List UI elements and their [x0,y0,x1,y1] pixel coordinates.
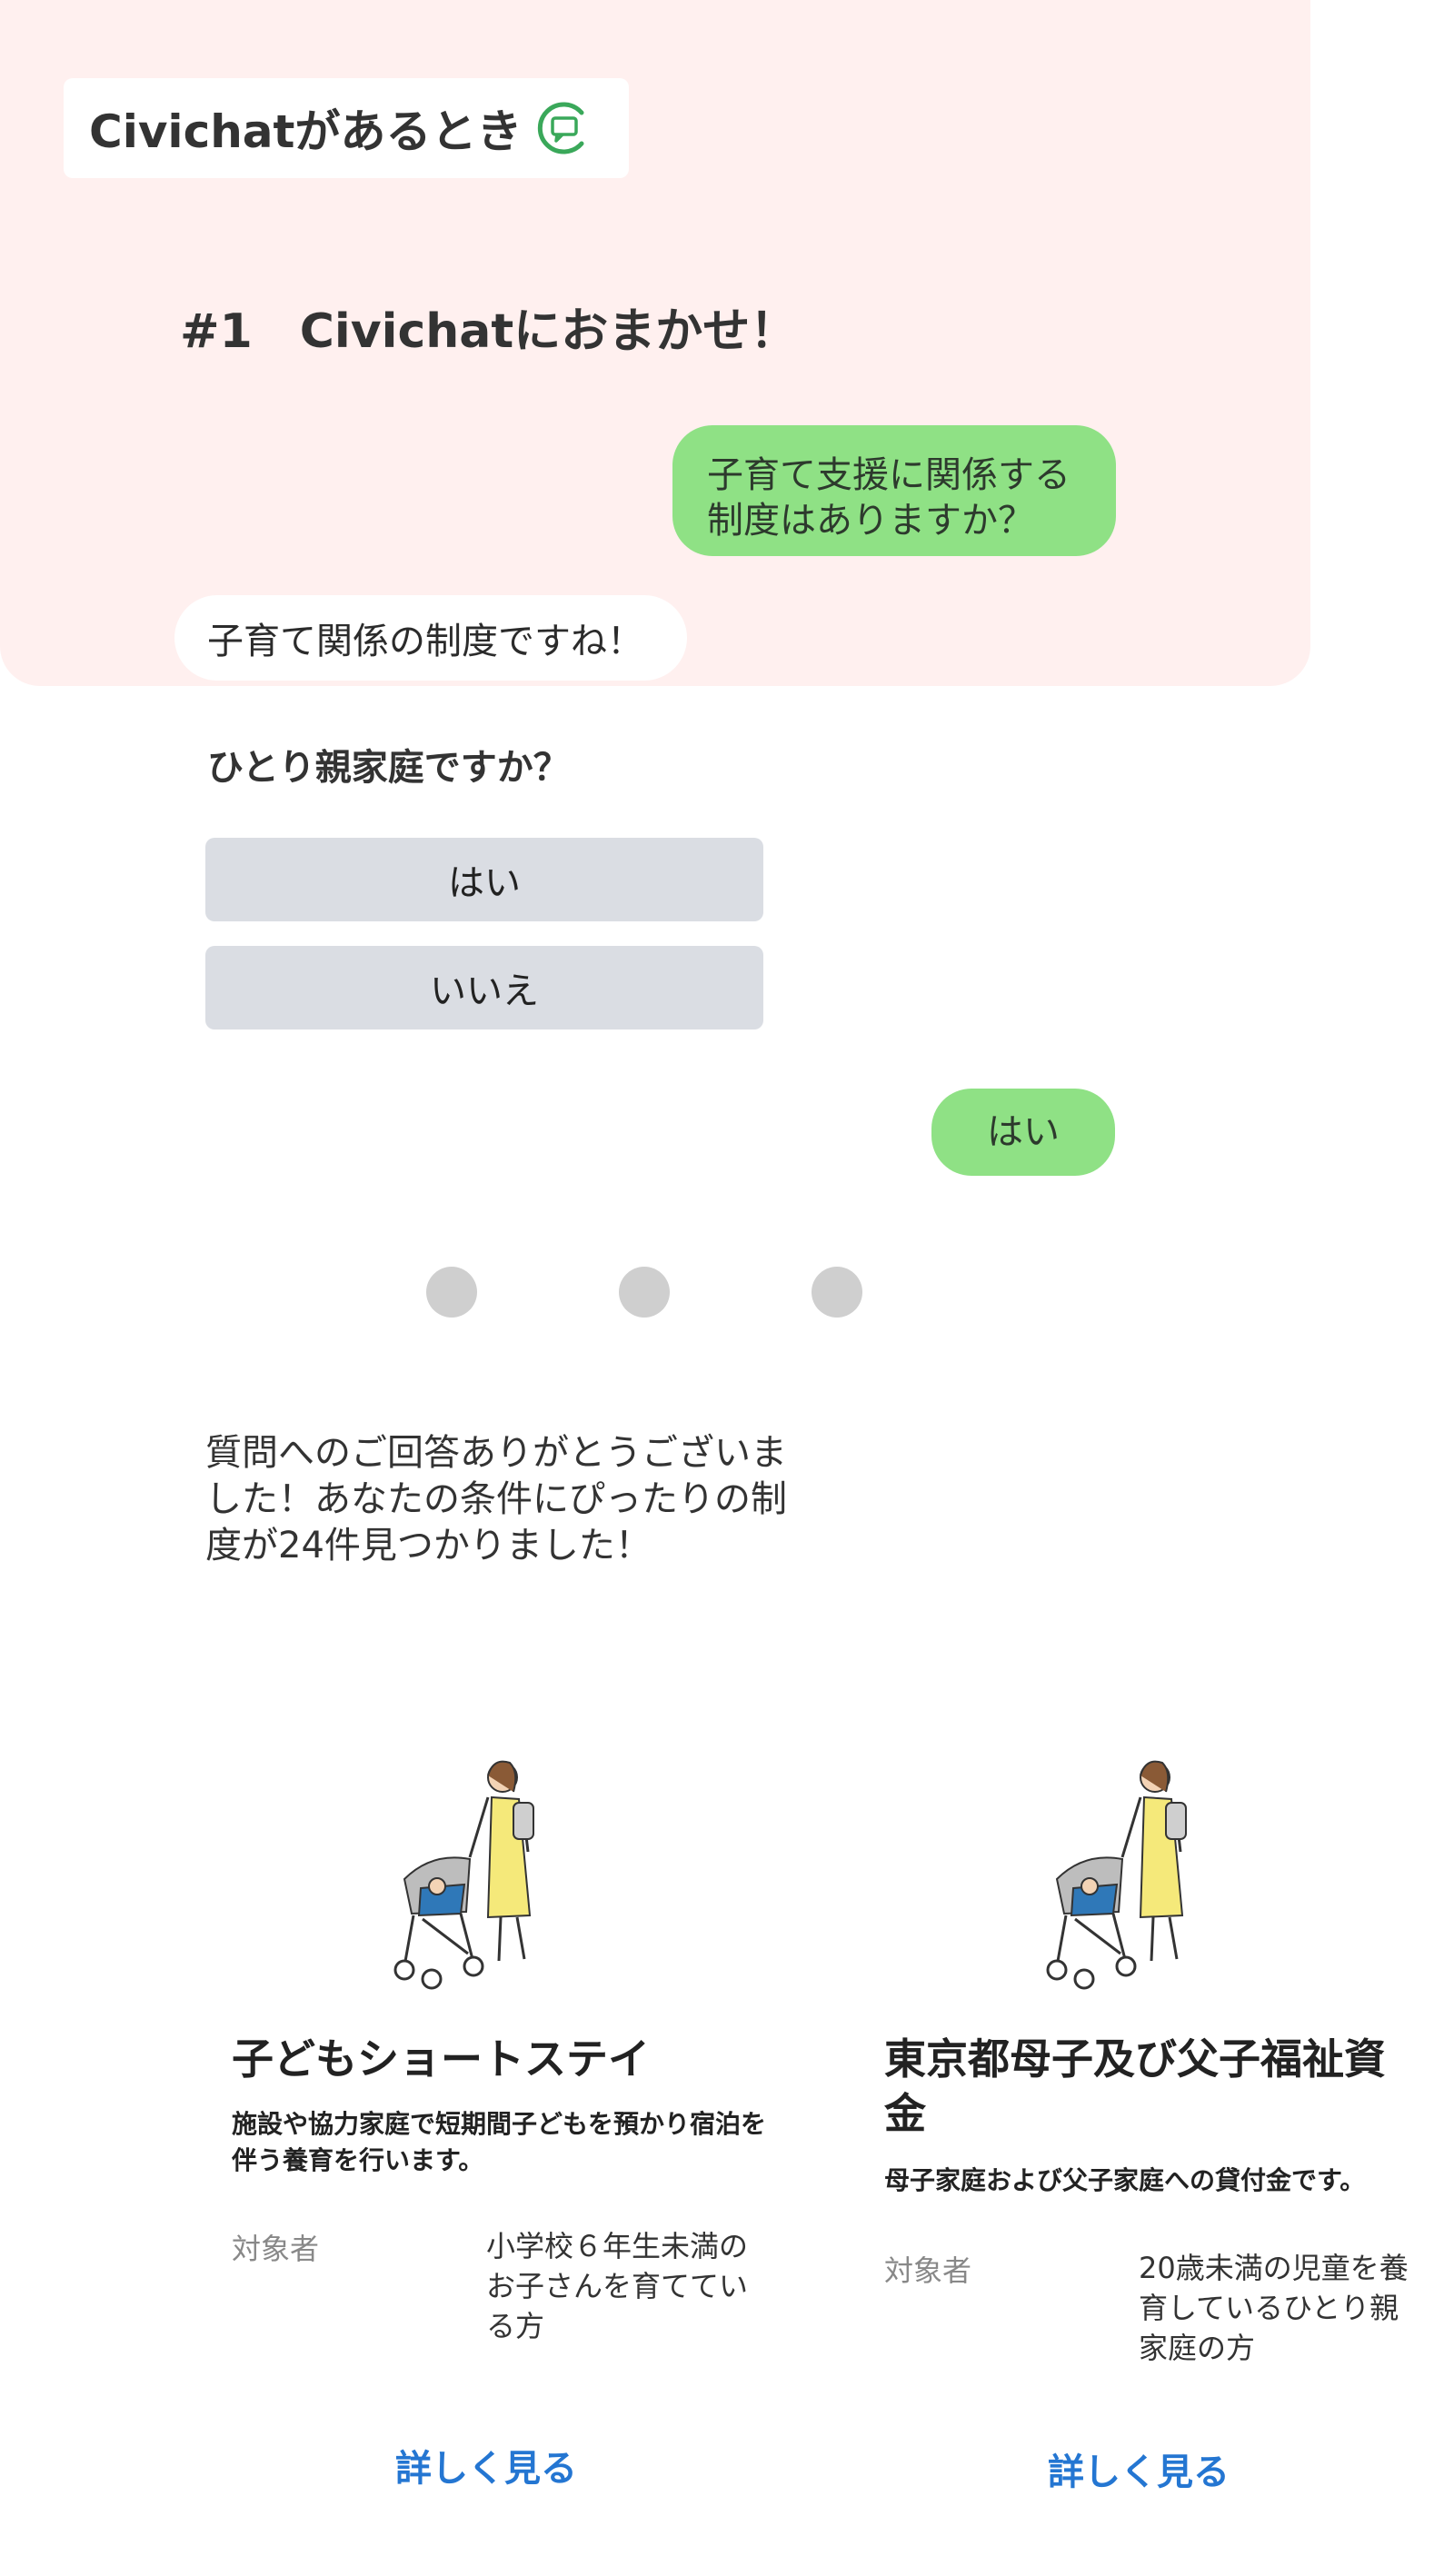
badge-label: Civichatがあるとき [89,105,523,158]
program-card[interactable]: 東京都母子及び父子福祉資金 母子家庭および父子家庭への貸付金です。 対象者 20… [843,1677,1434,2550]
answer-no-button[interactable]: いいえ [205,946,763,1029]
card-description: 施設や協力家庭で短期間子どもを預かり宿泊を伴う養育を行います。 [232,2109,767,2175]
card-title: 子どもショートステイ [232,2034,650,2084]
result-message: 質問へのご回答ありがとうございました！あなたの条件にぴったりの制度が24件見つか… [205,1432,787,1566]
mother-with-stroller-illustration [393,1760,534,1990]
hero-panel: Civichatがあるとき #1 Civichatにおまかせ！ 子育て支援に関係… [0,0,1310,686]
typing-indicator-dot [812,1267,862,1318]
card-description: 母子家庭および父子家庭への貸付金です。 [884,2165,1366,2195]
card-target-label: 対象者 [232,2232,320,2266]
card-target-value: 小学校６年生未満のお子さんを育てている方 [486,2229,749,2343]
section-heading: #1 Civichatにおまかせ！ [180,304,798,359]
program-card[interactable]: 子どもショートステイ 施設や協力家庭で短期間子どもを預かり宿泊を伴う養育を行いま… [191,1677,782,2550]
card-target-label: 対象者 [884,2253,972,2288]
typing-indicator-dot [619,1267,670,1318]
chat-bubble-icon [538,102,584,154]
user-message-bubble: 子育て支援に関係する制度はありますか？ [672,425,1116,556]
user-answer-bubble: はい [931,1089,1115,1176]
civichat-badge: Civichatがあるとき [64,78,630,178]
card-title: 東京都母子及び父子福祉資金 [884,2034,1386,2138]
bot-question: ひとり親家庭ですか？ [207,747,570,789]
bot-message-bubble: 子育て関係の制度ですね！ [174,595,687,681]
card-target-value: 20歳未満の児童を養育しているひとり親家庭の方 [1139,2251,1409,2365]
answer-yes-button[interactable]: はい [205,838,763,921]
details-link[interactable]: 詳しく見る [191,2439,782,2491]
details-link[interactable]: 詳しく見る [843,2442,1434,2495]
mother-with-stroller-illustration [1046,1760,1187,1990]
typing-indicator-dot [426,1267,477,1318]
